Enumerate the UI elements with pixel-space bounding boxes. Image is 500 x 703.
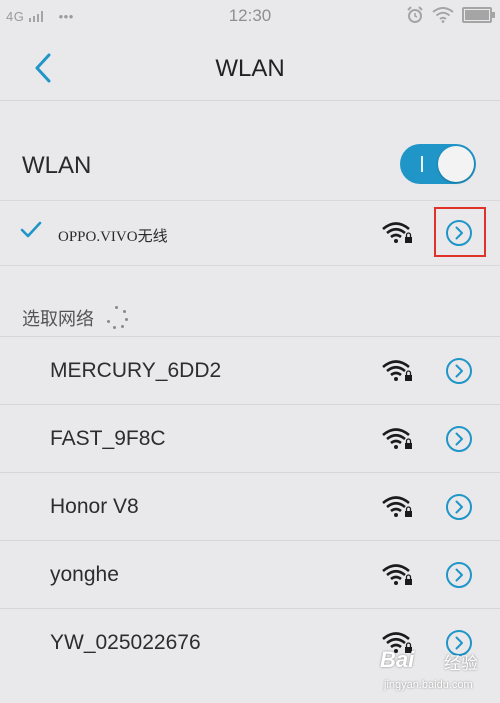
network-details-button[interactable] — [445, 425, 473, 453]
chevron-right-circle-icon — [446, 562, 472, 588]
loading-spinner-icon — [104, 305, 130, 331]
wifi-lock-icon — [382, 564, 412, 585]
toggle-knob — [438, 146, 474, 182]
toggle-on-indicator — [421, 156, 423, 172]
network-item[interactable]: FAST_9F8C — [0, 404, 500, 472]
wlan-toggle-row: WLAN — [0, 130, 500, 201]
wlan-label: WLAN — [22, 152, 92, 179]
network-name: YW_025022676 — [50, 631, 201, 654]
network-name: yonghe — [50, 563, 119, 586]
network-list: MERCURY_6DD2 FAST_9F8C Honor V8 yonghe Y… — [0, 336, 500, 676]
network-details-button[interactable] — [445, 561, 473, 589]
network-name: FAST_9F8C — [50, 427, 166, 450]
chevron-right-circle-icon — [446, 494, 472, 520]
connected-network-name: OPPO.VIVO无线 — [58, 229, 168, 245]
connected-network-row[interactable]: OPPO.VIVO无线 — [0, 201, 500, 266]
network-name: MERCURY_6DD2 — [50, 359, 222, 382]
highlight-box — [434, 207, 486, 257]
section-header: 选取网络 — [22, 305, 130, 331]
wifi-lock-icon — [382, 496, 412, 517]
status-right — [406, 6, 495, 24]
alarm-icon — [407, 6, 423, 23]
network-item[interactable]: yonghe — [0, 540, 500, 608]
network-name: Honor V8 — [50, 495, 139, 518]
watermark-logo: Bai — [380, 647, 415, 672]
network-item[interactable]: Honor V8 — [0, 472, 500, 540]
choose-network-label: 选取网络 — [22, 309, 94, 329]
network-details-button[interactable] — [445, 493, 473, 521]
title-bar: WLAN — [0, 34, 500, 101]
wifi-lock-icon — [382, 428, 412, 449]
baidu-watermark: Bai 经验 jingyan.baidu.com — [380, 645, 498, 703]
chevron-right-circle-icon — [446, 426, 472, 452]
wifi-lock-icon — [382, 360, 412, 381]
status-bar: 4G ••• 12:30 — [0, 0, 500, 34]
wifi-lock-icon — [382, 222, 412, 243]
watermark-brand: 经验 — [444, 654, 478, 673]
chevron-right-circle-icon — [446, 358, 472, 384]
checkmark-icon — [20, 221, 42, 238]
page-title: WLAN — [215, 55, 285, 82]
wifi-status-icon — [432, 7, 454, 23]
network-details-button[interactable] — [445, 357, 473, 385]
watermark-url: jingyan.baidu.com — [384, 679, 473, 691]
wlan-toggle[interactable] — [400, 144, 476, 184]
battery-icon — [462, 7, 495, 23]
network-item[interactable]: MERCURY_6DD2 — [0, 336, 500, 404]
